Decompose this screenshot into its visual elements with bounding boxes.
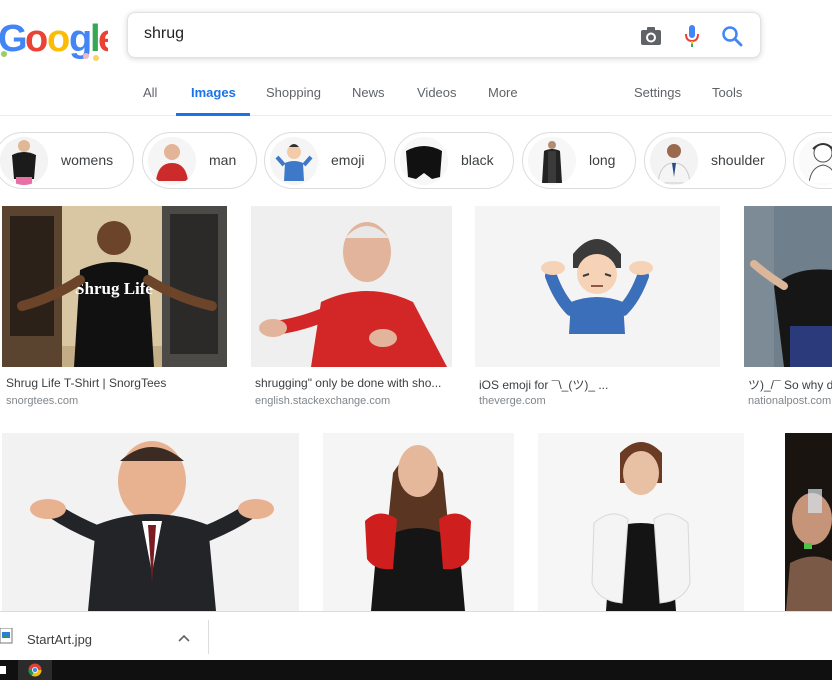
download-bar: StartArt.jpg bbox=[0, 611, 832, 660]
result-title[interactable]: ツ)_/¯ So why d bbox=[748, 376, 832, 393]
chip-label: shoulder bbox=[711, 152, 765, 168]
chrome-taskbar-button[interactable] bbox=[18, 660, 52, 680]
result-thumbnail[interactable] bbox=[744, 206, 832, 367]
taskbar bbox=[0, 660, 832, 680]
chip-black[interactable]: black bbox=[394, 132, 514, 189]
chip-long[interactable]: long bbox=[522, 132, 636, 189]
chip-thumbnail bbox=[148, 137, 196, 185]
svg-text:o: o bbox=[47, 18, 70, 60]
result-thumbnail[interactable] bbox=[323, 433, 514, 611]
tab-all[interactable]: All bbox=[143, 85, 157, 100]
svg-text:o: o bbox=[25, 18, 48, 60]
result-title[interactable]: Shrug Life T-Shirt | SnorgTees bbox=[6, 376, 224, 390]
chip-thumbnail bbox=[400, 137, 448, 185]
tab-shopping[interactable]: Shopping bbox=[266, 85, 321, 100]
chip-label: black bbox=[461, 152, 494, 168]
chip-emoji[interactable]: emoji bbox=[264, 132, 386, 189]
chip-label: womens bbox=[61, 152, 114, 168]
shirt-text: Shrug Life bbox=[75, 279, 153, 298]
result-thumbnail[interactable] bbox=[251, 206, 452, 367]
chip-partial[interactable] bbox=[793, 132, 832, 189]
chip-thumbnail bbox=[270, 137, 318, 185]
result-title[interactable]: iOS emoji for ¯\_(ツ)_ ... bbox=[479, 376, 717, 393]
result-title[interactable]: shrugging" only be done with sho... bbox=[255, 376, 449, 390]
result-thumbnail[interactable]: Shrug Life bbox=[2, 206, 227, 367]
result-source[interactable]: english.stackexchange.com bbox=[255, 395, 449, 407]
camera-icon[interactable] bbox=[638, 23, 664, 49]
result-source[interactable]: nationalpost.com bbox=[748, 395, 832, 407]
chrome-icon bbox=[28, 663, 42, 677]
svg-text:e: e bbox=[98, 18, 108, 60]
tab-videos[interactable]: Videos bbox=[417, 85, 457, 100]
result-source[interactable]: theverge.com bbox=[479, 395, 717, 407]
chip-label: emoji bbox=[331, 152, 365, 168]
divider bbox=[208, 620, 209, 654]
tab-tools[interactable]: Tools bbox=[712, 85, 742, 100]
microphone-icon[interactable] bbox=[679, 23, 705, 49]
chip-shoulder[interactable]: shoulder bbox=[644, 132, 786, 189]
chip-man[interactable]: man bbox=[142, 132, 257, 189]
search-box[interactable]: shrug bbox=[127, 12, 761, 58]
chip-thumbnail bbox=[650, 137, 698, 185]
image-file-icon bbox=[0, 627, 14, 649]
svg-text:g: g bbox=[69, 18, 92, 60]
search-icon[interactable] bbox=[719, 23, 745, 49]
active-tab-indicator bbox=[176, 113, 250, 116]
result-thumbnail[interactable] bbox=[768, 433, 832, 611]
result-source[interactable]: snorgtees.com bbox=[6, 395, 224, 407]
result-thumbnail[interactable] bbox=[538, 433, 744, 611]
browser-page: G o o g l e shrug bbox=[0, 0, 832, 680]
result-thumbnail[interactable] bbox=[475, 206, 720, 367]
tab-news[interactable]: News bbox=[352, 85, 385, 100]
chevron-up-icon[interactable] bbox=[177, 630, 191, 648]
download-item-filename[interactable]: StartArt.jpg bbox=[27, 632, 92, 647]
result-thumbnail[interactable] bbox=[2, 433, 299, 611]
chip-thumbnail bbox=[0, 137, 48, 185]
google-logo[interactable]: G o o g l e bbox=[0, 14, 108, 62]
chip-label: long bbox=[589, 152, 616, 168]
search-tabs: All Images Shopping News Videos More Set… bbox=[0, 72, 832, 116]
search-input[interactable]: shrug bbox=[144, 25, 184, 43]
start-button[interactable] bbox=[0, 666, 6, 674]
tab-settings[interactable]: Settings bbox=[634, 85, 681, 100]
tab-more[interactable]: More bbox=[488, 85, 518, 100]
chip-thumbnail bbox=[799, 137, 832, 185]
chip-thumbnail bbox=[528, 137, 576, 185]
chip-label: man bbox=[209, 152, 237, 168]
chip-womens[interactable]: womens bbox=[0, 132, 134, 189]
tab-images[interactable]: Images bbox=[191, 85, 236, 100]
